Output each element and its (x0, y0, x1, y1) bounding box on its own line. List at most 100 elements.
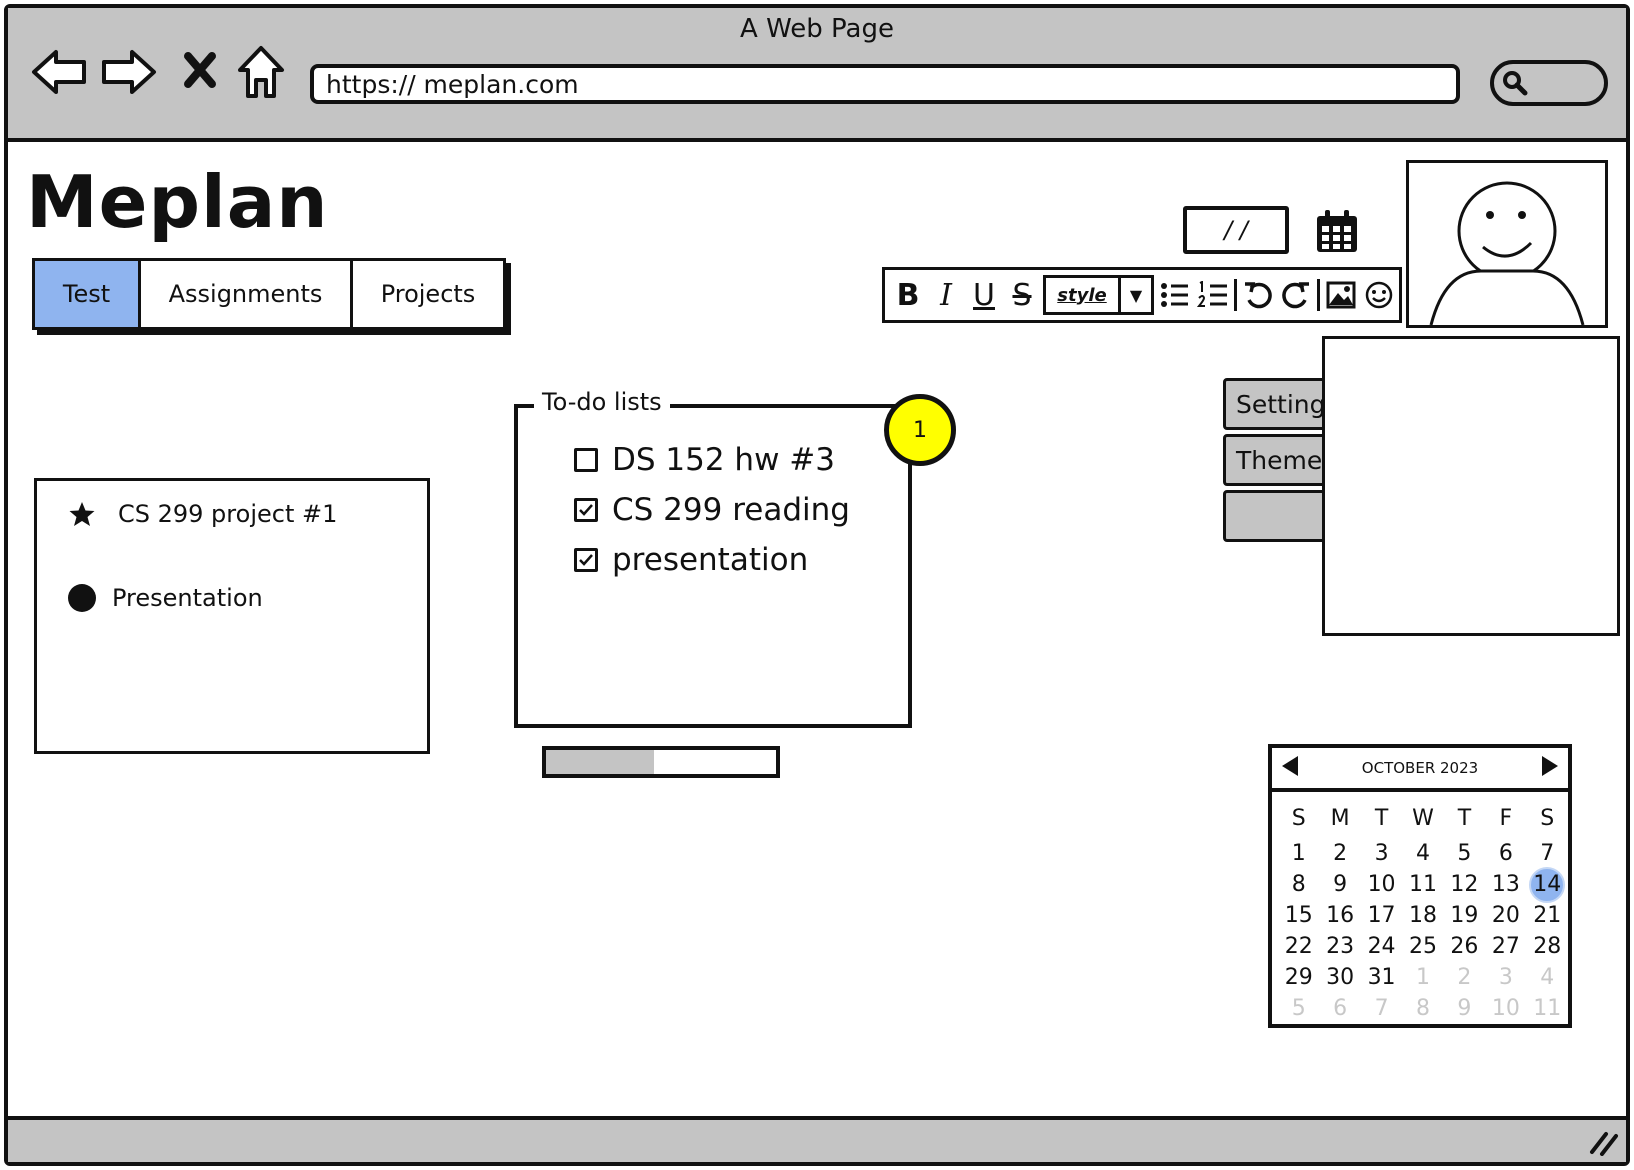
address-bar[interactable]: https:// meplan.com (310, 64, 1460, 104)
calendar-day[interactable]: 6 (1485, 838, 1526, 869)
weekday-header: F (1499, 805, 1513, 831)
next-month-icon[interactable] (1540, 754, 1560, 782)
tab-test[interactable]: Test (35, 261, 141, 327)
calendar-day-label: 28 (1533, 934, 1562, 959)
calendar-day[interactable]: 10 (1361, 869, 1402, 900)
weekday-header: T (1457, 805, 1472, 831)
calendar-day[interactable]: 5 (1444, 838, 1485, 869)
calendar-day-label: 23 (1326, 934, 1355, 959)
calendar-day-label: 21 (1533, 903, 1562, 928)
calendar-day[interactable]: 25 (1402, 931, 1443, 962)
insert-image-button[interactable] (1324, 273, 1358, 317)
strikethrough-icon: S (1012, 277, 1032, 313)
calendar-day-other-month[interactable]: 2 (1444, 962, 1485, 993)
todo-item[interactable]: CS 299 reading (574, 492, 850, 528)
calendar-day[interactable]: 7 (1527, 838, 1568, 869)
todo-checkbox-checked[interactable] (574, 548, 598, 572)
calendar-day[interactable]: 28 (1527, 931, 1568, 962)
underline-button[interactable]: U (967, 273, 1001, 317)
undo-button[interactable] (1241, 273, 1275, 317)
calendar-header: OCTOBER 2023 (1272, 748, 1568, 792)
tab-assignments[interactable]: Assignments (141, 261, 353, 327)
calendar-day-other-month[interactable]: 5 (1278, 993, 1319, 1024)
bullet-list-button[interactable] (1158, 273, 1192, 317)
date-input[interactable]: / / (1183, 206, 1289, 254)
tab-empty[interactable] (1223, 490, 1325, 542)
calendar-day[interactable]: 1 (1278, 838, 1319, 869)
calendar-day-label: 11 (1533, 996, 1562, 1021)
calendar-day-label: 7 (1540, 841, 1555, 866)
italic-button[interactable]: I (929, 273, 963, 317)
calendar-day-other-month[interactable]: 10 (1485, 993, 1526, 1024)
calendar-day-other-month[interactable]: 4 (1527, 962, 1568, 993)
calendar-day[interactable]: 2 (1319, 838, 1360, 869)
back-arrow-icon[interactable] (30, 46, 88, 98)
calendar-day[interactable]: 22 (1278, 931, 1319, 962)
calendar-day[interactable]: 9 (1319, 869, 1360, 900)
bold-button[interactable]: B (891, 273, 925, 317)
forward-arrow-icon[interactable] (100, 46, 158, 98)
strikethrough-button[interactable]: S (1005, 273, 1039, 317)
calendar-day[interactable]: 23 (1319, 931, 1360, 962)
todo-checkbox-checked[interactable] (574, 498, 598, 522)
weekday-header: W (1412, 805, 1434, 831)
close-icon[interactable] (182, 50, 218, 90)
calendar-day[interactable]: 24 (1361, 931, 1402, 962)
resize-grip-icon[interactable] (1586, 1128, 1620, 1160)
calendar-day-label: 9 (1457, 996, 1472, 1021)
italic-icon: I (940, 277, 952, 313)
list-item[interactable]: Presentation (68, 584, 263, 612)
search-field[interactable] (1490, 60, 1608, 106)
calendar-day[interactable]: 17 (1361, 900, 1402, 931)
calendar-day-other-month[interactable]: 11 (1527, 993, 1568, 1024)
calendar-day[interactable]: 8 (1278, 869, 1319, 900)
notification-badge: 1 (884, 394, 956, 466)
calendar-day[interactable]: 29 (1278, 962, 1319, 993)
redo-button[interactable] (1279, 273, 1313, 317)
tab-setting[interactable]: Setting (1223, 378, 1326, 430)
todo-label: CS 299 reading (612, 492, 850, 528)
progress-bar (542, 746, 780, 778)
calendar-day[interactable]: 19 (1444, 900, 1485, 931)
calendar-day[interactable]: 20 (1485, 900, 1526, 931)
calendar-day[interactable]: 21 (1527, 900, 1568, 931)
calendar-day[interactable]: 12 (1444, 869, 1485, 900)
calendar-day[interactable]: 15 (1278, 900, 1319, 931)
todo-item[interactable]: DS 152 hw #3 (574, 442, 835, 478)
calendar-day-label: 5 (1457, 841, 1472, 866)
tab-theme[interactable]: Theme (1223, 434, 1325, 486)
calendar-day[interactable]: 27 (1485, 931, 1526, 962)
calendar-day[interactable]: 18 (1402, 900, 1443, 931)
calendar-icon[interactable] (1314, 208, 1360, 260)
toolbar-divider (1234, 279, 1237, 311)
numbered-list-button[interactable] (1196, 273, 1230, 317)
search-icon (1502, 70, 1528, 100)
calendar-day[interactable]: 11 (1402, 869, 1443, 900)
calendar-day-selected[interactable]: 14 (1527, 866, 1568, 903)
calendar-day[interactable]: 30 (1319, 962, 1360, 993)
calendar-day[interactable]: 16 (1319, 900, 1360, 931)
calendar-day-other-month[interactable]: 9 (1444, 993, 1485, 1024)
home-icon[interactable] (236, 44, 286, 100)
list-item[interactable]: CS 299 project #1 (68, 500, 337, 528)
todo-label: presentation (612, 542, 809, 578)
calendar-day-other-month[interactable]: 1 (1402, 962, 1443, 993)
todo-checkbox-unchecked[interactable] (574, 448, 598, 472)
todo-item[interactable]: presentation (574, 542, 808, 578)
calendar-day[interactable]: 3 (1361, 838, 1402, 869)
calendar-day[interactable]: 31 (1361, 962, 1402, 993)
avatar[interactable] (1406, 160, 1608, 328)
prev-month-icon[interactable] (1280, 754, 1300, 782)
calendar-day-other-month[interactable]: 6 (1319, 993, 1360, 1024)
emoji-button[interactable] (1362, 273, 1396, 317)
side-tab-label: Theme (1236, 445, 1323, 475)
calendar-day-label: 8 (1415, 996, 1430, 1021)
style-dropdown[interactable]: style ▼ (1043, 275, 1154, 315)
calendar-day-other-month[interactable]: 8 (1402, 993, 1443, 1024)
calendar-day-other-month[interactable]: 7 (1361, 993, 1402, 1024)
calendar-day[interactable]: 4 (1402, 838, 1443, 869)
calendar-day[interactable]: 13 (1485, 869, 1526, 900)
calendar-day-other-month[interactable]: 3 (1485, 962, 1526, 993)
calendar-day[interactable]: 26 (1444, 931, 1485, 962)
tab-projects[interactable]: Projects (353, 261, 503, 327)
